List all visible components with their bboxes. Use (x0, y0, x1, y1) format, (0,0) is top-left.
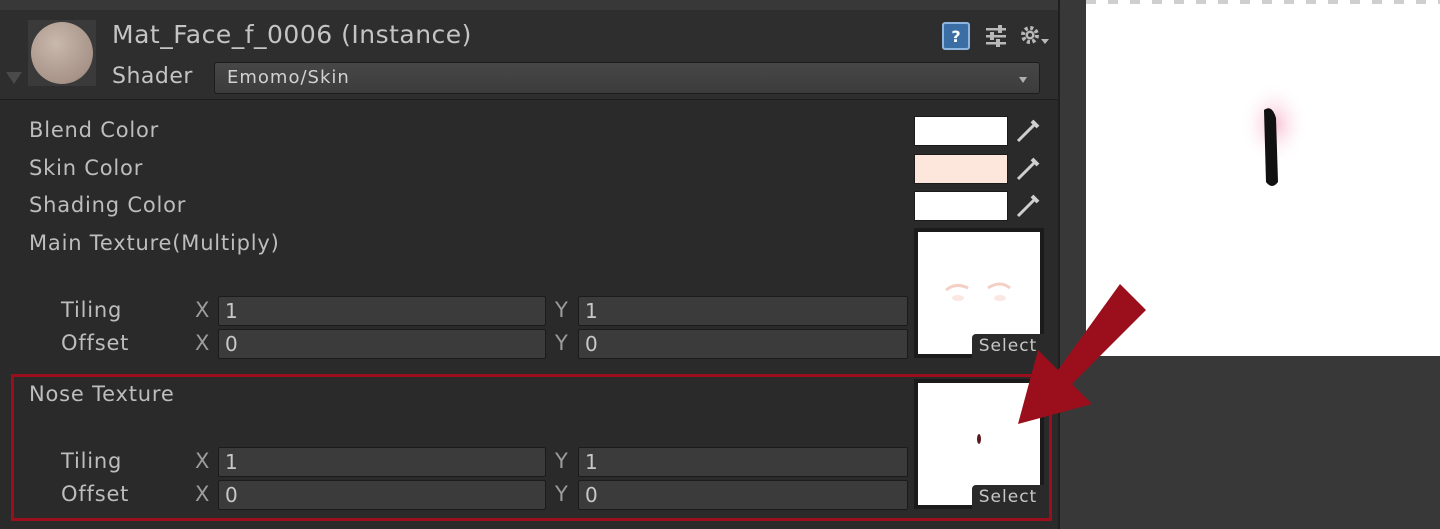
shading-color-label: Shading Color (29, 193, 187, 217)
shading-color-swatch[interactable] (914, 191, 1008, 221)
main-tiling-y-field[interactable]: 1 (578, 296, 908, 326)
main-tiling-x-field[interactable]: 1 (218, 296, 546, 326)
shader-dropdown[interactable]: Emomo/Skin (214, 62, 1040, 94)
main-offset-x-axis: X (195, 331, 210, 355)
scene-top-dots (1086, 0, 1440, 4)
help-icon-glyph: ? (951, 26, 961, 46)
help-icon[interactable]: ? (942, 22, 970, 50)
main-offset-x-field[interactable]: 0 (218, 329, 546, 359)
main-tiling-x-axis: X (195, 298, 210, 322)
shader-value: Emomo/Skin (227, 67, 350, 88)
eyedropper-icon[interactable] (1012, 115, 1044, 147)
material-preview-thumbnail (28, 20, 96, 86)
skin-color-swatch[interactable] (914, 154, 1008, 184)
material-header: Mat_Face_f_0006 (Instance) Shader Emomo/… (0, 10, 1058, 100)
material-preview-sphere (31, 22, 93, 84)
sliders-icon[interactable] (982, 22, 1010, 50)
skin-color-label: Skin Color (29, 156, 144, 180)
eyedropper-icon[interactable] (1012, 190, 1044, 222)
blend-color-label: Blend Color (29, 118, 160, 142)
inspector-top-strip (0, 0, 1058, 10)
nose-texture-highlight-box (11, 374, 1052, 521)
blend-color-swatch[interactable] (914, 116, 1008, 146)
eyedropper-icon[interactable] (1012, 153, 1044, 185)
inspector-panel: Mat_Face_f_0006 (Instance) Shader Emomo/… (0, 0, 1058, 529)
material-title: Mat_Face_f_0006 (Instance) (112, 20, 472, 49)
main-offset-label: Offset (61, 331, 130, 355)
main-texture-label: Main Texture(Multiply) (29, 231, 280, 255)
foldout-arrow-icon[interactable] (6, 72, 22, 84)
shader-label: Shader (112, 64, 193, 89)
main-offset-y-axis: Y (555, 331, 568, 355)
main-offset-y-field[interactable]: 0 (578, 329, 908, 359)
main-tiling-label: Tiling (61, 298, 123, 322)
main-tiling-y-axis: Y (555, 298, 568, 322)
gear-icon[interactable] (1018, 22, 1050, 50)
chevron-down-icon (1019, 77, 1027, 83)
callout-arrow-icon (1018, 284, 1146, 424)
